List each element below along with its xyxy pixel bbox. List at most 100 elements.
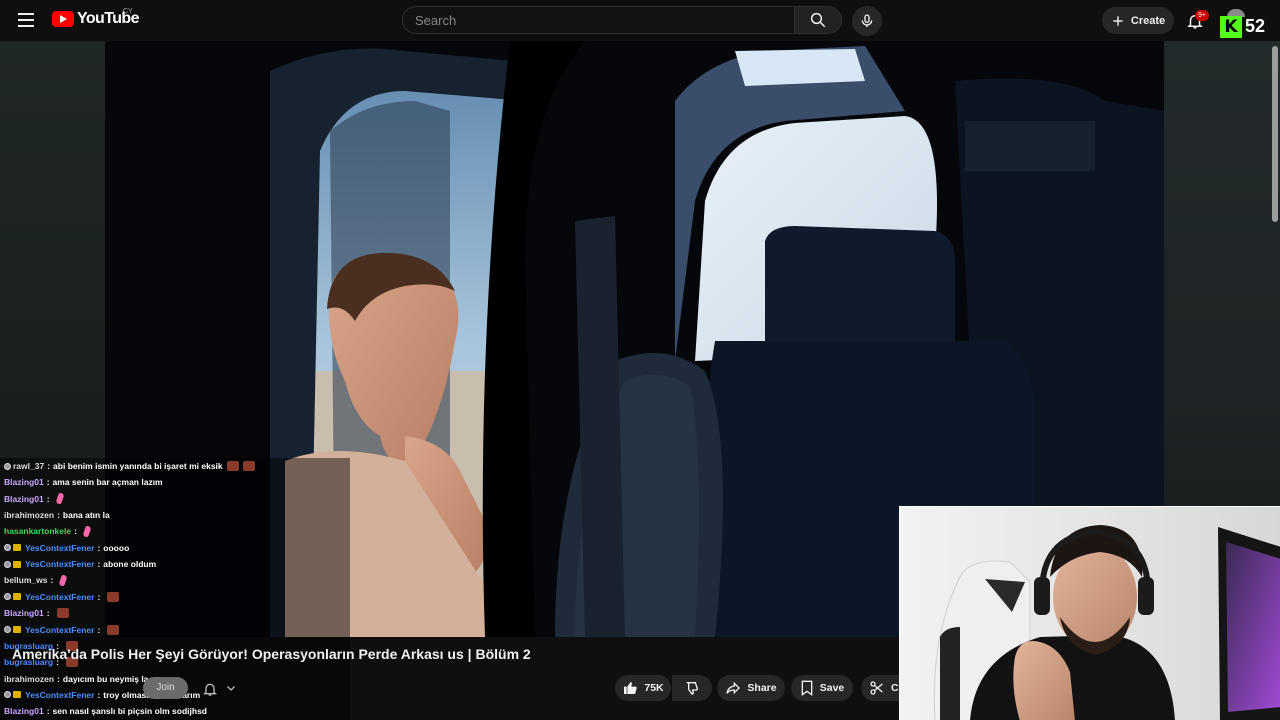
share-icon	[726, 681, 741, 695]
chat-separator: :	[47, 461, 51, 471]
chat-username[interactable]: YesContextFener	[25, 589, 94, 605]
search-bar	[402, 6, 842, 36]
chat-text: sen nasıl şanslı bi piçsin olm sodijhsd	[52, 706, 207, 717]
emote-icon	[58, 574, 69, 586]
chat-message: YesContextFener: ooooo	[4, 540, 129, 556]
chat-separator: :	[46, 706, 50, 717]
chat-separator: :	[46, 477, 50, 488]
chat-badge-icon	[4, 691, 11, 699]
chat-username[interactable]: Blazing01	[4, 605, 44, 621]
chat-message: hasankartonkele:	[4, 523, 92, 539]
chat-username[interactable]: YesContextFener	[25, 622, 94, 638]
dislike-button[interactable]	[672, 675, 712, 701]
clip-icon	[870, 681, 883, 695]
plus-icon	[1113, 15, 1123, 26]
chat-username[interactable]: YesContextFener	[25, 556, 94, 572]
subscriber-badge-icon	[13, 593, 21, 601]
scrollbar[interactable]	[1272, 46, 1278, 222]
chat-separator: :	[97, 624, 101, 635]
chat-username[interactable]: ibrahimozen	[4, 671, 54, 687]
chat-text: ooooo	[103, 542, 130, 553]
chat-text: bana atın la	[62, 510, 110, 521]
mic-icon	[861, 14, 873, 27]
chat-separator: :	[97, 559, 101, 570]
emote-icon	[242, 461, 255, 471]
dislike-icon	[686, 682, 699, 695]
join-button[interactable]: Join	[143, 677, 188, 699]
chat-badge-icon	[4, 626, 11, 633]
chat-message: rawl_37: abi benim ismin yanında bi işare…	[4, 458, 255, 474]
chat-separator: :	[97, 591, 101, 602]
region-code: CY	[123, 8, 133, 15]
chat-badge-icon	[4, 544, 11, 552]
like-count: 75K	[644, 682, 664, 694]
chat-message: ibrahimozen: bana atın la	[4, 507, 110, 523]
search-icon	[810, 12, 826, 28]
chat-username[interactable]: Blazing01	[4, 703, 44, 719]
subscriber-badge-icon	[13, 560, 21, 568]
chat-username[interactable]: Blazing01	[4, 474, 44, 490]
bell-icon	[203, 683, 217, 696]
emote-icon	[81, 525, 92, 537]
voice-search-button[interactable]	[852, 6, 882, 36]
search-button[interactable]	[795, 6, 842, 34]
chat-text: abone oldum	[103, 559, 157, 570]
youtube-logo-icon	[52, 11, 74, 27]
emote-icon	[54, 493, 65, 505]
chat-text: dayıcım bu neymiş la	[62, 673, 149, 684]
chat-badge-icon	[4, 560, 11, 568]
create-label: Create	[1130, 14, 1166, 27]
chat-message: YesContextFener:	[4, 589, 120, 605]
chat-badge-icon	[4, 462, 11, 470]
chat-separator: :	[97, 689, 101, 700]
webcam-image	[900, 507, 1280, 720]
chat-message: ibrahimozen: dayıcım bu neymiş la	[4, 671, 148, 687]
subscriber-badge-icon	[13, 691, 21, 699]
streamer-webcam	[899, 506, 1280, 720]
notifications-badge: 9+	[1195, 10, 1209, 21]
chat-message: bellum_ws:	[4, 572, 69, 588]
like-icon	[624, 682, 638, 695]
subscriber-badge-icon	[13, 626, 21, 633]
chat-text: abi benim ismin yanında bi işaret mi eks…	[53, 461, 223, 471]
chat-username[interactable]: hasankartonkele	[4, 523, 71, 539]
chat-text: ama senin bar açman lazım	[52, 477, 163, 488]
menu-icon[interactable]	[14, 8, 38, 32]
subscription-options-button[interactable]	[223, 680, 239, 696]
share-button[interactable]: Share	[717, 675, 785, 701]
chat-message: YesContextFener: abone oldum	[4, 556, 156, 572]
save-label: Save	[819, 682, 845, 694]
chat-badge-icon	[4, 593, 11, 601]
top-bar: YouTube CY Create 9+ K 52	[0, 0, 1280, 41]
chat-separator: :	[46, 608, 50, 619]
create-button[interactable]: Create	[1102, 7, 1174, 34]
chat-message: Blazing01:	[4, 491, 65, 507]
chat-message: Blazing01: ama senin bar açman lazım	[4, 474, 163, 490]
emote-icon	[107, 591, 120, 602]
save-button[interactable]: Save	[791, 675, 853, 701]
subscription-bell-button[interactable]	[200, 679, 220, 699]
chat-separator: :	[50, 575, 54, 586]
search-input[interactable]	[402, 6, 795, 34]
share-label: Share	[747, 682, 777, 694]
chat-separator: :	[74, 526, 77, 537]
chat-message: YesContextFener:	[4, 622, 120, 638]
chevron-down-icon	[227, 686, 235, 691]
save-icon	[801, 680, 813, 696]
like-button[interactable]: 75K	[615, 675, 671, 701]
chat-username[interactable]: bellum_ws	[4, 572, 47, 588]
chat-username[interactable]: ibrahimozen	[4, 507, 54, 523]
chat-username[interactable]: YesContextFener	[25, 687, 94, 703]
emote-icon	[56, 608, 69, 619]
emote-icon	[226, 461, 239, 471]
subscriber-badge-icon	[13, 544, 21, 552]
chat-separator: :	[97, 542, 101, 553]
kick-logo: K	[1220, 16, 1242, 38]
chat-username[interactable]: Blazing01	[4, 491, 44, 507]
chat-separator: :	[57, 510, 60, 521]
chat-message: Blazing01:	[4, 605, 69, 621]
chat-message: Blazing01: sen nasıl şanslı bi piçsin olm…	[4, 703, 207, 719]
chat-username[interactable]: YesContextFener	[25, 540, 94, 556]
video-title: Amerika'da Polis Her Şeyi Görüyor! Opera…	[12, 646, 531, 662]
chat-username[interactable]: rawl_37	[13, 458, 44, 474]
